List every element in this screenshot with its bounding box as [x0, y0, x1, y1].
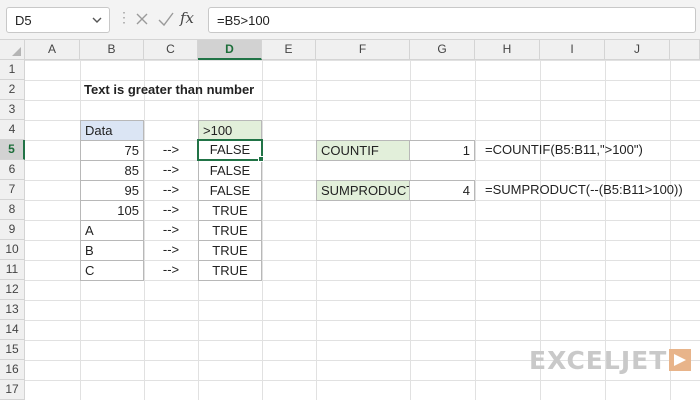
formula-input[interactable]: =B5>100	[208, 7, 696, 33]
arrow-cell[interactable]: -->	[144, 140, 198, 161]
grid-line	[316, 60, 317, 400]
select-all-icon	[12, 47, 21, 56]
data-cell[interactable]: A	[80, 220, 144, 241]
sumproduct-formula-text[interactable]: =SUMPRODUCT(--(B5:B11>100))	[481, 180, 696, 201]
arrow-cell[interactable]: -->	[144, 240, 198, 261]
exceljet-mark-icon	[669, 349, 691, 371]
column-header-b[interactable]: B	[80, 40, 144, 60]
result-cell[interactable]: FALSE	[198, 160, 262, 181]
row-header-5[interactable]: 5	[0, 140, 25, 160]
result-cell[interactable]: TRUE	[198, 260, 262, 281]
row-header-17[interactable]: 17	[0, 380, 25, 400]
sumproduct-value-cell[interactable]: 4	[409, 180, 475, 201]
countif-value-cell[interactable]: 1	[409, 140, 475, 161]
column-header-j[interactable]: J	[605, 40, 670, 60]
row-header-14[interactable]: 14	[0, 320, 25, 340]
confirm-formula-button[interactable]	[156, 9, 176, 29]
result-header-cell[interactable]: >100	[198, 120, 262, 141]
row-header-12[interactable]: 12	[0, 280, 25, 300]
row-header-1[interactable]: 1	[0, 60, 25, 80]
column-header-f[interactable]: F	[316, 40, 410, 60]
formula-bar-separator-icon: ⋮	[117, 9, 131, 25]
fx-icon: fx	[180, 9, 195, 27]
cancel-formula-button[interactable]	[132, 9, 152, 29]
close-icon	[136, 13, 148, 25]
data-cell[interactable]: C	[80, 260, 144, 281]
row-header-4[interactable]: 4	[0, 120, 25, 140]
data-cell[interactable]: 105	[80, 200, 144, 221]
column-header-overflow[interactable]	[670, 40, 700, 60]
row-header-11[interactable]: 11	[0, 260, 25, 280]
name-box[interactable]: D5	[6, 7, 110, 33]
result-cell[interactable]: FALSE	[198, 180, 262, 201]
column-header-a[interactable]: A	[25, 40, 80, 60]
sheet-title[interactable]: Text is greater than number	[80, 80, 300, 101]
checkmark-icon	[158, 12, 174, 27]
row-header-13[interactable]: 13	[0, 300, 25, 320]
data-cell[interactable]: 85	[80, 160, 144, 181]
row-header-8[interactable]: 8	[0, 200, 25, 220]
chevron-down-icon[interactable]	[91, 14, 103, 26]
column-header-h[interactable]: H	[475, 40, 540, 60]
row-header-6[interactable]: 6	[0, 160, 25, 180]
row-header-2[interactable]: 2	[0, 80, 25, 100]
insert-function-button[interactable]: fx	[180, 9, 202, 31]
sumproduct-label-cell[interactable]: SUMPRODUCT	[316, 180, 410, 201]
exceljet-logo-text: EXCELJET	[529, 346, 668, 375]
row-header-7[interactable]: 7	[0, 180, 25, 200]
countif-label-cell[interactable]: COUNTIF	[316, 140, 410, 161]
name-box-value: D5	[15, 13, 32, 28]
column-header-e[interactable]: E	[262, 40, 316, 60]
result-cell[interactable]: TRUE	[198, 200, 262, 221]
data-header-cell[interactable]: Data	[80, 120, 144, 141]
data-cell[interactable]: 95	[80, 180, 144, 201]
result-cell[interactable]: TRUE	[198, 240, 262, 261]
grid-line	[475, 60, 476, 400]
formula-bar: D5 ⋮ fx =B5>100	[0, 0, 700, 40]
column-header-c[interactable]: C	[144, 40, 198, 60]
grid-line	[262, 60, 263, 400]
countif-formula-text[interactable]: =COUNTIF(B5:B11,">100")	[481, 140, 696, 161]
row-header-15[interactable]: 15	[0, 340, 25, 360]
column-header-i[interactable]: I	[540, 40, 605, 60]
result-cell[interactable]: TRUE	[198, 220, 262, 241]
arrow-cell[interactable]: -->	[144, 180, 198, 201]
column-header-g[interactable]: G	[410, 40, 475, 60]
data-cell[interactable]: B	[80, 240, 144, 261]
arrow-cell[interactable]: -->	[144, 260, 198, 281]
arrow-cell[interactable]: -->	[144, 160, 198, 181]
arrow-cell[interactable]: -->	[144, 220, 198, 241]
arrow-cell[interactable]: -->	[144, 200, 198, 221]
row-header-16[interactable]: 16	[0, 360, 25, 380]
row-header-9[interactable]: 9	[0, 220, 25, 240]
row-header-10[interactable]: 10	[0, 240, 25, 260]
fill-handle[interactable]	[258, 156, 264, 162]
select-all-button[interactable]	[0, 40, 25, 60]
row-header-3[interactable]: 3	[0, 100, 25, 120]
grid-line	[410, 60, 411, 400]
data-cell[interactable]: 75	[80, 140, 144, 161]
column-header-d[interactable]: D	[198, 40, 262, 60]
formula-text: =B5>100	[217, 13, 270, 28]
active-cell-d5[interactable]: FALSE	[197, 139, 263, 161]
